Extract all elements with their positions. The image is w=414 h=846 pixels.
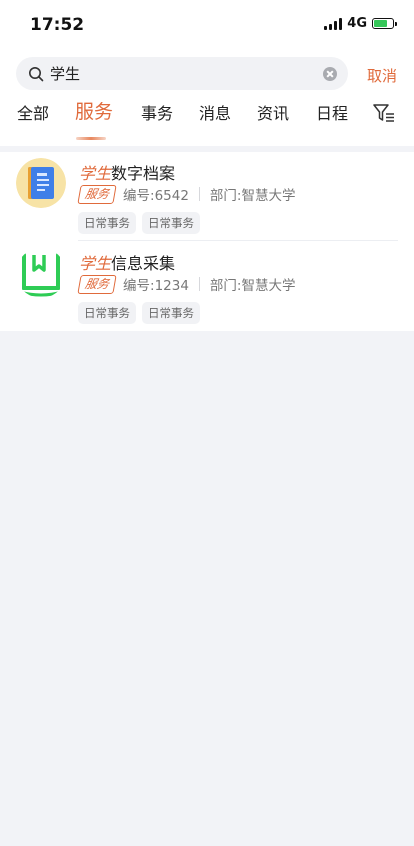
search-icon	[29, 66, 44, 81]
status-bar: 17:52 4G	[0, 0, 414, 50]
cancel-button[interactable]: 取消	[367, 65, 397, 86]
tab-all[interactable]: 全部	[17, 100, 49, 124]
tab-news[interactable]: 资讯	[257, 100, 289, 124]
title-highlight: 学生	[79, 254, 112, 273]
status-indicators: 4G	[324, 16, 397, 31]
clear-icon[interactable]	[323, 66, 337, 81]
network-type: 4G	[347, 16, 367, 31]
search-bar[interactable]	[16, 57, 348, 90]
item-code: 编号:1234	[123, 278, 189, 294]
result-meta: 服务 编号:1234 部门:智慧大学	[77, 274, 296, 294]
archive-book-icon	[16, 158, 66, 208]
tab-messages[interactable]: 消息	[199, 100, 231, 124]
title-highlight: 学生	[79, 164, 112, 183]
item-department: 部门:智慧大学	[209, 188, 296, 204]
battery-icon	[372, 18, 397, 29]
tag: 日常事务	[78, 212, 136, 234]
title-rest: 信息采集	[111, 254, 176, 273]
item-code: 编号:6542	[123, 188, 189, 204]
signal-icon	[324, 17, 343, 30]
meta-divider	[198, 277, 200, 291]
item-department: 部门:智慧大学	[209, 278, 296, 294]
tag: 日常事务	[142, 212, 200, 234]
meta-divider	[198, 187, 200, 201]
tab-schedule[interactable]: 日程	[316, 100, 348, 124]
tag: 日常事务	[142, 302, 200, 324]
type-badge: 服务	[77, 184, 117, 204]
list-item[interactable]: 学生信息采集 服务 编号:1234 部门:智慧大学 日常事务 日常事务	[0, 242, 414, 331]
result-list: 学生数字档案 服务 编号:6542 部门:智慧大学 日常事务 日常事务 学生信息…	[0, 152, 414, 331]
row-divider	[78, 240, 398, 241]
search-header: 取消 全部 服务 事务 消息 资讯 日程	[0, 50, 414, 146]
search-input[interactable]	[50, 64, 323, 83]
info-collect-icon	[16, 248, 66, 298]
type-badge: 服务	[77, 274, 117, 294]
category-tabs: 全部 服务 事务 消息 资讯 日程	[0, 100, 414, 140]
list-item[interactable]: 学生数字档案 服务 编号:6542 部门:智慧大学 日常事务 日常事务	[0, 152, 414, 241]
filter-icon[interactable]	[373, 103, 395, 123]
status-time: 17:52	[30, 15, 85, 35]
result-title: 学生信息采集	[79, 250, 175, 274]
tag-list: 日常事务 日常事务	[78, 302, 200, 324]
result-title: 学生数字档案	[79, 160, 175, 184]
tab-affairs[interactable]: 事务	[141, 100, 173, 124]
title-rest: 数字档案	[111, 164, 176, 183]
tag-list: 日常事务 日常事务	[78, 212, 200, 234]
tab-services[interactable]: 服务	[75, 97, 113, 124]
active-tab-indicator	[76, 137, 106, 140]
tag: 日常事务	[78, 302, 136, 324]
result-meta: 服务 编号:6542 部门:智慧大学	[77, 184, 296, 204]
